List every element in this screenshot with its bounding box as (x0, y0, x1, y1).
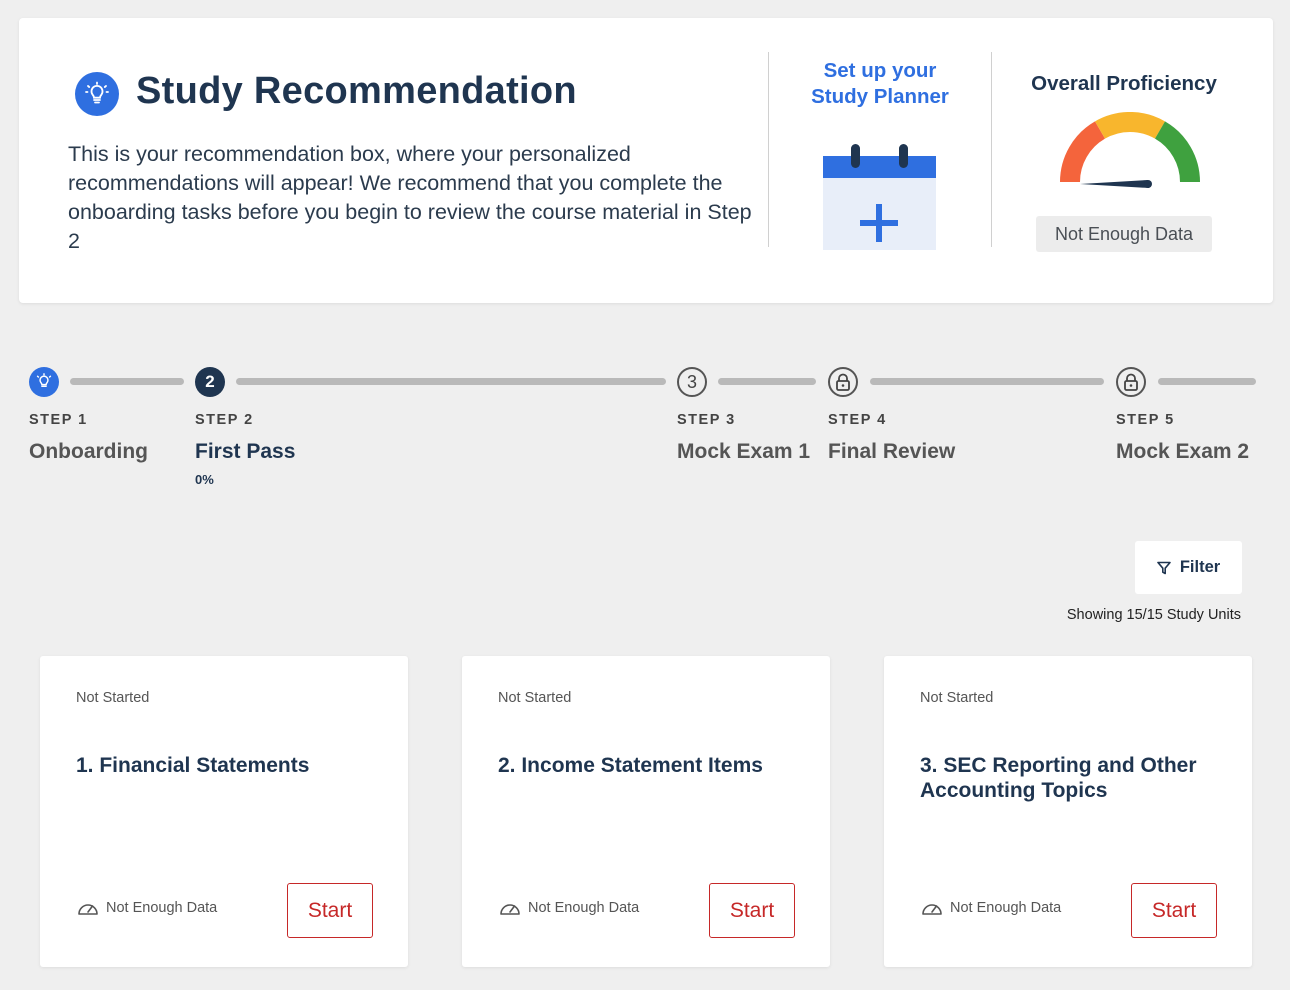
step-5-name[interactable]: Mock Exam 2 (1116, 440, 1249, 464)
showing-count: Showing 15/15 Study Units (1066, 607, 1241, 623)
step-2-circle[interactable]: 2 (195, 367, 225, 397)
unit-proficiency: Not Enough Data (921, 900, 1061, 916)
unit-proficiency-text: Not Enough Data (106, 900, 218, 916)
unit-proficiency-text: Not Enough Data (528, 900, 640, 916)
step-4-label: STEP 4 (828, 412, 887, 428)
unit-title[interactable]: 1. Financial Statements (76, 753, 376, 778)
step-1-label: STEP 1 (29, 412, 88, 428)
lock-icon (1124, 373, 1138, 391)
lightbulb-icon (36, 373, 52, 387)
lightbulb-icon (75, 72, 119, 116)
recommendation-description: This is your recommendation box, where y… (68, 142, 752, 253)
unit-status: Not Started (76, 690, 150, 706)
unit-proficiency: Not Enough Data (499, 900, 639, 916)
filter-icon (1157, 561, 1171, 574)
step-track (870, 378, 1104, 385)
study-unit-card[interactable]: Not Started 1. Financial Statements Not … (40, 656, 408, 967)
proficiency-title: Overall Proficiency (1031, 72, 1217, 95)
unit-proficiency-text: Not Enough Data (950, 900, 1062, 916)
step-track (718, 378, 816, 385)
study-planner-link[interactable]: Set up your Study Planner (769, 58, 991, 250)
calendar-add-icon[interactable] (823, 144, 936, 250)
step-progress: STEP 1 Onboarding 2 STEP 2 First Pass 0%… (0, 360, 1290, 500)
unit-proficiency: Not Enough Data (77, 900, 217, 916)
unit-title[interactable]: 3. SEC Reporting and Other Accounting To… (920, 753, 1220, 803)
step-2-name[interactable]: First Pass (195, 440, 295, 464)
step-1-name[interactable]: Onboarding (29, 440, 148, 464)
step-3-circle[interactable]: 3 (677, 367, 707, 397)
filter-label: Filter (1179, 558, 1221, 576)
start-button[interactable]: Start (287, 883, 373, 938)
step-track (70, 378, 184, 385)
proficiency-status-badge: Not Enough Data (1036, 216, 1212, 252)
unit-status: Not Started (498, 690, 572, 706)
step-5-circle[interactable] (1116, 367, 1146, 397)
recommendation-title: Study Recommendation (136, 70, 577, 112)
unit-status: Not Started (920, 690, 994, 706)
step-3-name[interactable]: Mock Exam 1 (677, 440, 810, 464)
speedometer-icon (500, 904, 520, 915)
planner-link-line2[interactable]: Study Planner (769, 84, 991, 110)
step-5-label: STEP 5 (1116, 412, 1175, 428)
step-track (236, 378, 666, 385)
step-4-circle[interactable] (828, 367, 858, 397)
speedometer-icon (922, 904, 942, 915)
overall-proficiency: Overall Proficiency Not Enough Data (994, 72, 1254, 252)
study-unit-card[interactable]: Not Started 3. SEC Reporting and Other A… (884, 656, 1252, 967)
step-3-label: STEP 3 (677, 412, 736, 428)
divider (991, 52, 992, 247)
step-4-name[interactable]: Final Review (828, 440, 955, 464)
lock-icon (836, 373, 850, 391)
filter-button[interactable]: Filter (1135, 541, 1242, 594)
recommendation-card: Study Recommendation This is your recomm… (19, 18, 1273, 303)
step-2-progress: 0% (195, 472, 214, 487)
step-1-circle[interactable] (29, 367, 59, 397)
planner-link-line1[interactable]: Set up your (769, 58, 991, 84)
start-button[interactable]: Start (1131, 883, 1217, 938)
step-track (1158, 378, 1256, 385)
step-2-label: STEP 2 (195, 412, 254, 428)
speedometer-icon (78, 904, 98, 915)
gauge-icon (1059, 111, 1201, 197)
start-button[interactable]: Start (709, 883, 795, 938)
unit-title[interactable]: 2. Income Statement Items (498, 753, 798, 778)
study-unit-card[interactable]: Not Started 2. Income Statement Items No… (462, 656, 830, 967)
